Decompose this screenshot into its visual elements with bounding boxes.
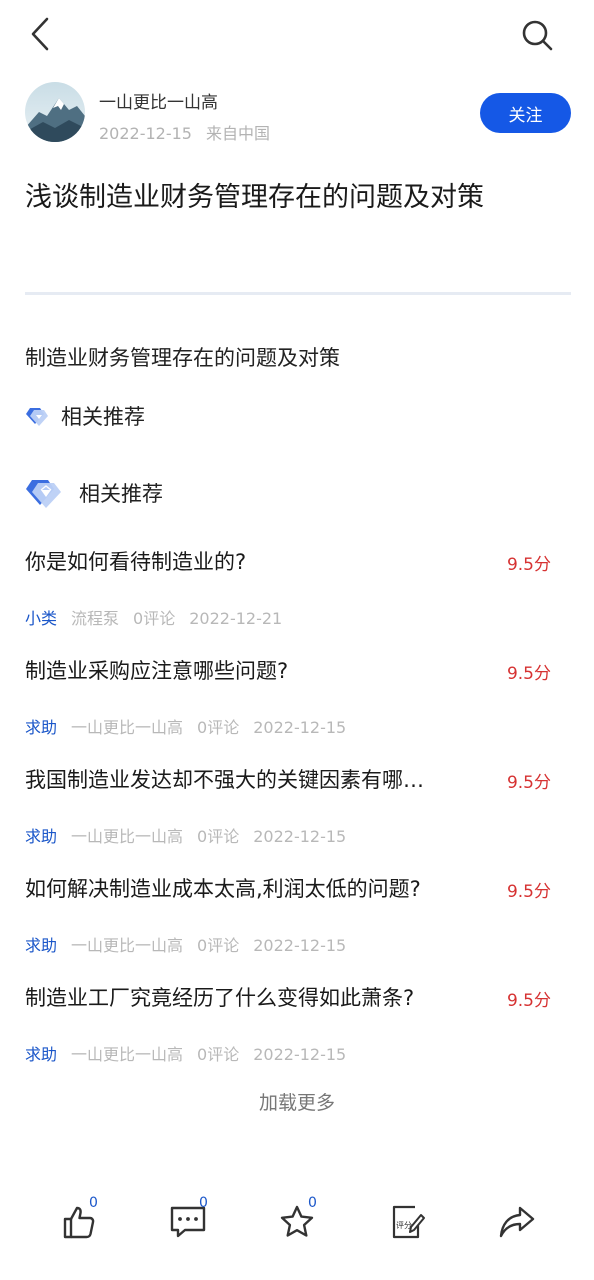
rec-meta: 求助 一山更比一山高 0评论 2022-12-15 <box>25 714 360 738</box>
rec-date: 2022-12-21 <box>189 609 283 628</box>
rec-date: 2022-12-15 <box>253 1045 347 1064</box>
author-name[interactable]: 一山更比一山高 <box>99 88 218 113</box>
like-count: 0 <box>89 1195 98 1211</box>
rec-author: 流程泵 <box>71 609 120 628</box>
rate-button[interactable]: 评分 <box>383 1198 431 1246</box>
rec-meta: 求助 一山更比一山高 0评论 2022-12-15 <box>25 1041 360 1065</box>
rec-comments: 0评论 <box>197 718 240 737</box>
rec-author: 一山更比一山高 <box>71 936 184 955</box>
rec-author: 一山更比一山高 <box>71 1045 184 1064</box>
rate-icon: 评分 <box>392 1205 425 1239</box>
rec-author: 一山更比一山高 <box>71 827 184 846</box>
rec-date: 2022-12-15 <box>253 718 347 737</box>
article-summary: 制造业财务管理存在的问题及对策 <box>25 346 340 370</box>
rec-meta: 求助 一山更比一山高 0评论 2022-12-15 <box>25 932 360 956</box>
rec-meta: 求助 一山更比一山高 0评论 2022-12-15 <box>25 823 360 847</box>
rec-score: 9.5分 <box>506 991 551 1011</box>
bottom-action-bar: 0 0 0 评分 <box>0 1190 594 1260</box>
diamond-badge-icon <box>26 408 48 426</box>
rec-tag[interactable]: 小类 <box>25 609 57 628</box>
list-item[interactable]: 你是如何看待制造业的? 9.5分 小类 流程泵 0评论 2022-12-21 <box>25 540 571 649</box>
related-label-small: 相关推荐 <box>61 405 145 429</box>
rec-comments: 0评论 <box>133 609 176 628</box>
rec-tag[interactable]: 求助 <box>25 718 57 737</box>
rec-score: 9.5分 <box>506 773 551 793</box>
rec-comments: 0评论 <box>197 827 240 846</box>
author-row: 一山更比一山高 2022-12-15 来自中国 关注 <box>25 82 575 144</box>
rec-meta: 小类 流程泵 0评论 2022-12-21 <box>25 605 296 629</box>
rec-date: 2022-12-15 <box>253 936 347 955</box>
recommendation-list: 你是如何看待制造业的? 9.5分 小类 流程泵 0评论 2022-12-21 制造业采… <box>25 540 571 1085</box>
avatar[interactable] <box>25 82 85 142</box>
divider <box>25 292 571 295</box>
rec-title[interactable]: 如何解决制造业成本太高,利润太低的问题? <box>25 873 480 903</box>
rec-date: 2022-12-15 <box>253 827 347 846</box>
comment-count: 0 <box>199 1195 208 1211</box>
rec-score: 9.5分 <box>506 882 551 902</box>
load-more-button[interactable]: 加载更多 <box>0 1088 594 1115</box>
rec-title[interactable]: 制造业工厂究竟经历了什么变得如此萧条? <box>25 982 480 1012</box>
rec-comments: 0评论 <box>197 1045 240 1064</box>
rec-author: 一山更比一山高 <box>71 718 184 737</box>
chevron-left-icon <box>31 17 49 51</box>
list-item[interactable]: 我国制造业发达却不强大的关键因素有哪… 9.5分 求助 一山更比一山高 0评论 202… <box>25 758 571 867</box>
share-icon <box>499 1206 535 1238</box>
share-button[interactable] <box>493 1198 541 1246</box>
list-item[interactable]: 如何解决制造业成本太高,利润太低的问题? 9.5分 求助 一山更比一山高 0评论 20… <box>25 867 571 976</box>
search-button[interactable] <box>516 14 558 56</box>
rec-score: 9.5分 <box>506 555 551 575</box>
list-item[interactable]: 制造业工厂究竟经历了什么变得如此萧条? 9.5分 求助 一山更比一山高 0评论 202… <box>25 976 571 1085</box>
back-button[interactable] <box>22 14 58 54</box>
diamond-badge-icon <box>26 480 61 508</box>
rec-tag[interactable]: 求助 <box>25 936 57 955</box>
related-header: 相关推荐 <box>25 476 163 510</box>
rec-score: 9.5分 <box>506 664 551 684</box>
related-label: 相关推荐 <box>79 482 163 506</box>
post-location: 来自中国 <box>205 124 270 143</box>
article-title: 浅谈制造业财务管理存在的问题及对策 <box>25 182 484 213</box>
search-icon <box>522 20 553 51</box>
favorite-count: 0 <box>308 1195 317 1211</box>
related-link-small[interactable]: 相关推荐 <box>25 401 145 431</box>
mountain-avatar-image <box>25 82 85 142</box>
follow-button[interactable]: 关注 <box>480 93 571 133</box>
rec-title[interactable]: 你是如何看待制造业的? <box>25 546 480 576</box>
list-item[interactable]: 制造业采购应注意哪些问题? 9.5分 求助 一山更比一山高 0评论 2022-12-1… <box>25 649 571 758</box>
author-meta: 2022-12-15 来自中国 <box>99 120 270 144</box>
rec-comments: 0评论 <box>197 936 240 955</box>
top-bar <box>0 0 594 70</box>
rate-label: 评分 <box>396 1221 412 1230</box>
rec-title[interactable]: 我国制造业发达却不强大的关键因素有哪… <box>25 764 480 794</box>
rec-tag[interactable]: 求助 <box>25 827 57 846</box>
post-date: 2022-12-15 <box>99 124 192 143</box>
rec-tag[interactable]: 求助 <box>25 1045 57 1064</box>
rec-title[interactable]: 制造业采购应注意哪些问题? <box>25 655 480 685</box>
